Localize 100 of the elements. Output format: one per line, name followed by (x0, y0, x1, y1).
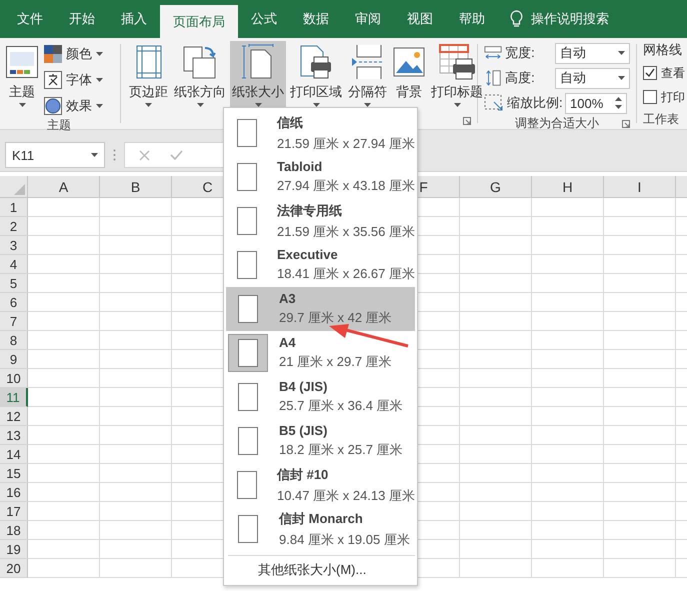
menu-item[interactable]: A4 21 厘米 x 29.7 厘米 (226, 331, 415, 375)
ribbon-tab[interactable]: 公式 (238, 0, 290, 38)
name-box[interactable]: K11 (5, 142, 105, 168)
row-header[interactable]: 18 (0, 521, 28, 540)
field-label: 缩放比例: (507, 94, 562, 112)
caret-icon (618, 76, 625, 80)
column-header[interactable]: I (604, 176, 676, 197)
dropdown-field[interactable]: 自动 (555, 42, 630, 64)
paper-name: 信封 Monarch (279, 510, 364, 528)
paper-name: Executive (276, 247, 339, 262)
ribbon-button[interactable]: 背景 (391, 41, 427, 110)
ribbon-tab[interactable]: 帮助 (446, 0, 498, 38)
row-header[interactable]: 10 (0, 369, 28, 388)
more-paper-sizes-item[interactable]: 其他纸张大小(M)... (226, 556, 366, 581)
paper-dimensions: 25.7 厘米 x 36.4 厘米 (279, 397, 403, 415)
page-icon (236, 207, 257, 235)
menu-item[interactable]: A3 29.7 厘米 x 42 厘米 (226, 287, 415, 331)
row-header[interactable]: 6 (0, 293, 28, 312)
caret-icon (96, 52, 103, 56)
paper-dimensions: 18.41 厘米 x 26.67 厘米 (276, 265, 415, 283)
paper-name: A3 (279, 291, 297, 306)
row-header[interactable]: 16 (0, 483, 28, 502)
row-header[interactable]: 3 (0, 236, 28, 255)
paper-dimensions: 18.2 厘米 x 25.7 厘米 (279, 441, 403, 459)
row-header[interactable]: 12 (0, 407, 28, 426)
scale-spinner[interactable]: 100% (565, 92, 627, 114)
paper-name: Tabloid (276, 159, 324, 174)
row-header[interactable]: 19 (0, 540, 28, 559)
row-header[interactable]: 17 (0, 502, 28, 521)
row-header[interactable]: 13 (0, 426, 28, 445)
row-header[interactable]: 5 (0, 274, 28, 293)
font-icon (44, 71, 62, 89)
row-header[interactable]: 11 (0, 388, 28, 407)
menu-item[interactable]: 法律专用纸 21.59 厘米 x 35.56 厘米 (226, 199, 415, 243)
column-header[interactable]: G (460, 176, 532, 197)
ribbon-tab[interactable]: 文件 (4, 0, 56, 38)
group-label: 调整为合适大小 (515, 115, 599, 132)
page-icon (236, 471, 257, 499)
column-header[interactable]: A (28, 176, 100, 197)
caret-icon (96, 78, 103, 82)
checkbox-label: 查看 (661, 64, 685, 82)
ribbon-tab[interactable]: 审阅 (342, 0, 394, 38)
checkbox[interactable] (643, 90, 657, 104)
page-icon (238, 339, 258, 367)
theme-option-button[interactable]: 字体 (42, 69, 105, 91)
row-header[interactable]: 4 (0, 255, 28, 274)
page-icon (238, 427, 258, 455)
menu-item[interactable]: 信封 #10 10.47 厘米 x 24.13 厘米 (226, 463, 415, 507)
ribbon-tab[interactable]: 数据 (290, 0, 342, 38)
ribbon-tab[interactable]: 插入 (108, 0, 160, 38)
width-icon (484, 44, 502, 62)
scale-icon (484, 94, 504, 112)
row-header[interactable]: 9 (0, 350, 28, 369)
menu-item[interactable]: Executive 18.41 厘米 x 26.67 厘米 (226, 243, 415, 287)
effects-icon (44, 97, 62, 115)
row-header[interactable]: 1 (0, 198, 28, 217)
ribbon-button[interactable]: 打印标题 (429, 41, 485, 110)
menu-item[interactable]: B4 (JIS) 25.7 厘米 x 36.4 厘米 (226, 375, 415, 419)
row-header[interactable]: 8 (0, 331, 28, 350)
themes-button[interactable]: 主题 (4, 41, 40, 110)
tell-me-field[interactable]: 操作说明搜索 (531, 10, 609, 28)
page-icon (238, 383, 258, 411)
paper-name: B5 (JIS) (279, 423, 328, 438)
row-header[interactable]: 2 (0, 217, 28, 236)
row-header[interactable]: 20 (0, 559, 28, 578)
ribbon-button[interactable]: 页边距 (127, 41, 170, 110)
paper-name: 法律专用纸 (276, 202, 343, 220)
dialog-launcher-icon[interactable] (463, 117, 471, 125)
dropdown-field[interactable]: 自动 (555, 68, 630, 88)
group-label: 主题 (46, 117, 72, 134)
page-icon (236, 163, 257, 191)
ribbon-button[interactable]: 分隔符 (346, 41, 389, 110)
paper-size-icon (241, 44, 275, 80)
caret-icon (18, 103, 26, 107)
checkbox[interactable] (643, 66, 657, 80)
color-palette-icon (44, 45, 62, 63)
menu-item[interactable]: B5 (JIS) 18.2 厘米 x 25.7 厘米 (226, 419, 415, 463)
paper-name: 信纸 (276, 114, 304, 132)
height-icon (484, 69, 502, 87)
row-header[interactable]: 7 (0, 312, 28, 331)
row-header[interactable]: 14 (0, 445, 28, 464)
ribbon-button[interactable]: 纸张方向 (172, 41, 228, 110)
dialog-launcher-icon[interactable] (622, 120, 630, 128)
menu-item[interactable]: 信封 Monarch 9.84 厘米 x 19.05 厘米 (226, 507, 415, 551)
row-header[interactable]: 15 (0, 464, 28, 483)
paper-name: A4 (279, 335, 297, 350)
ribbon-tab[interactable]: 页面布局 (160, 5, 238, 38)
column-header[interactable]: B (100, 176, 172, 197)
ribbon-button[interactable]: 纸张大小 (230, 41, 286, 110)
column-header[interactable]: H (532, 176, 604, 197)
theme-option-button[interactable]: 颜色 (42, 43, 105, 65)
caret-icon (96, 104, 103, 108)
ribbon-tab[interactable]: 视图 (394, 0, 446, 38)
page-break-icon (350, 44, 384, 80)
theme-option-button[interactable]: 效果 (42, 95, 105, 117)
ribbon-tab[interactable]: 开始 (56, 0, 108, 38)
menu-item[interactable]: 信纸 21.59 厘米 x 27.94 厘米 (226, 111, 415, 155)
spinner-arrows-icon[interactable] (615, 97, 622, 109)
group-label: 工作表 (643, 110, 679, 128)
paper-dimensions: 9.84 厘米 x 19.05 厘米 (279, 530, 410, 548)
